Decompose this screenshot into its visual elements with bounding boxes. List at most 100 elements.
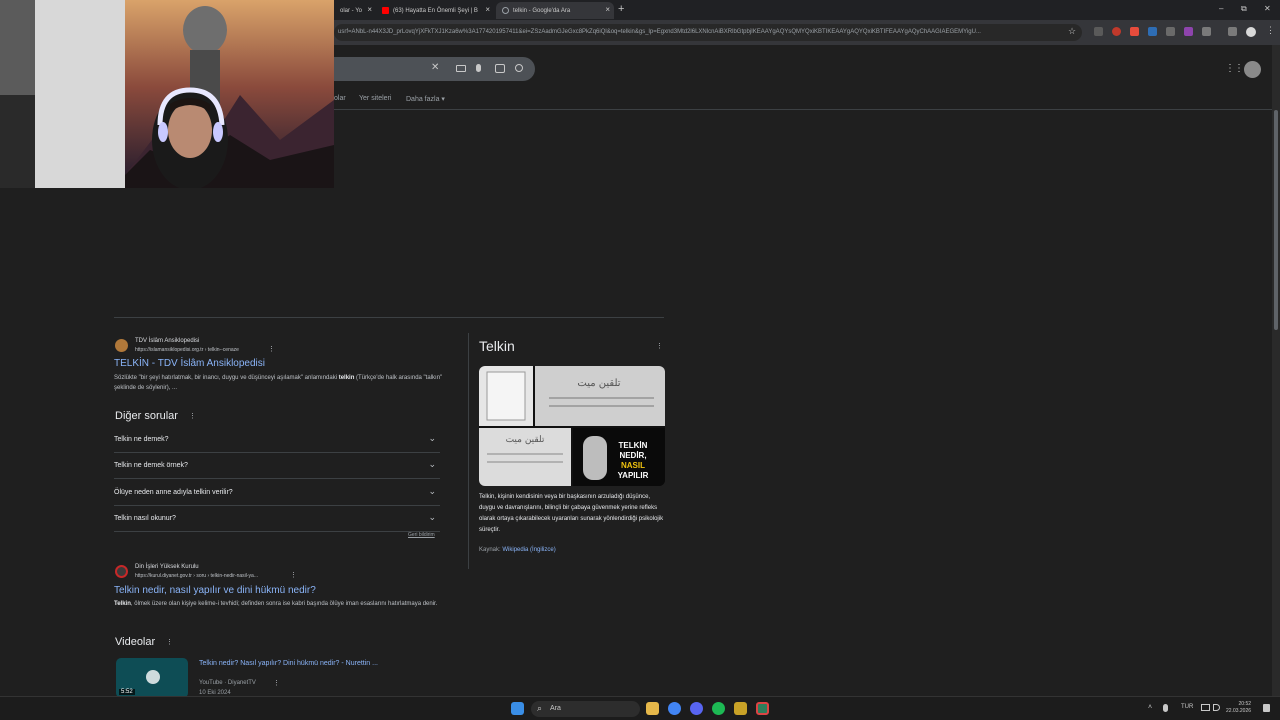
paa-question[interactable]: Ölüye neden anne adıyla telkin verilir? ⌄ — [114, 480, 440, 506]
lens-camera-icon[interactable] — [495, 64, 505, 73]
tab-close-icon[interactable]: × — [605, 5, 610, 14]
file-explorer-icon[interactable] — [646, 702, 659, 715]
restore-icon[interactable]: ⧉ — [1241, 4, 1247, 14]
extension-icon[interactable] — [1166, 27, 1175, 36]
result-snippet: Sözlükte "bir şeyi hatırlatmak, bir inan… — [114, 373, 444, 393]
result-url[interactable]: https://kurul.diyanet.gov.tr › soru › te… — [135, 573, 258, 579]
svg-text:تلقين ميت: تلقين ميت — [577, 378, 620, 389]
video-thumbnail[interactable]: 5:52 — [116, 658, 188, 698]
svg-text:NASIL: NASIL — [621, 461, 645, 470]
browser-menu-icon[interactable]: ⋮ — [1266, 25, 1275, 36]
tab-more[interactable]: Daha fazla ▾ — [406, 95, 445, 103]
result-snippet: Telkin, ölmek üzere olan kişiye kelime-i… — [114, 599, 444, 609]
extension-icon[interactable] — [1184, 27, 1193, 36]
tab-close-icon[interactable]: × — [485, 5, 490, 14]
spotify-icon[interactable] — [712, 702, 725, 715]
windows-start-icon[interactable] — [511, 702, 524, 715]
search-icon[interactable] — [515, 64, 523, 72]
result-menu-icon[interactable]: ⋮ — [268, 345, 275, 353]
profile-avatar[interactable] — [1246, 27, 1256, 37]
knowledge-panel-image-collage: تلقين ميت تلقين ميت TELKİN NEDİR, NASIL … — [479, 366, 665, 486]
videos-menu-icon[interactable]: ⋮ — [166, 638, 173, 646]
url-field[interactable]: usrf=ANbL-n44X3JD_prLovqYjXFkTXJ1Kza6w%3… — [334, 24, 1082, 41]
new-tab-button[interactable]: + — [618, 3, 624, 15]
paa-heading: Diğer sorular — [115, 410, 178, 422]
snippet-text: Sözlükte "bir şeyi hatırlatmak, bir inan… — [114, 375, 339, 381]
svg-text:تلقين ميت: تلقين ميت — [506, 435, 545, 445]
paa-question[interactable]: Telkin ne demek örnek? ⌄ — [114, 453, 440, 479]
knowledge-panel-images[interactable]: تلقين ميت تلقين ميت TELKİN NEDİR, NASIL … — [479, 366, 665, 486]
tab-partial[interactable]: olar — [334, 95, 346, 102]
desktop: olar - Yo × (63) Hayatta En Önemli Şeyi … — [0, 0, 1280, 720]
extension-icon[interactable] — [1112, 27, 1121, 36]
result-menu-icon[interactable]: ⋮ — [290, 571, 297, 579]
tab-places[interactable]: Yer siteleri — [359, 95, 391, 102]
google-account-avatar[interactable] — [1244, 61, 1261, 78]
chevron-down-icon: ⌄ — [428, 433, 436, 443]
search-box[interactable]: ✕ — [334, 57, 535, 81]
microphone-icon[interactable] — [476, 64, 481, 72]
volume-icon[interactable] — [1213, 704, 1220, 711]
clock-date: 22.03.2026 — [1226, 708, 1252, 714]
tray-chevron-up-icon[interactable]: ˄ — [1148, 704, 1152, 711]
paa-question-text: Telkin ne demek örnek? — [114, 462, 188, 469]
keyboard-icon[interactable] — [456, 65, 466, 72]
knowledge-panel-source: Kaynak: Wikipedia (İngilizce) — [479, 547, 556, 553]
chrome-icon[interactable] — [668, 702, 681, 715]
webcam-overlay — [0, 0, 334, 188]
taskbar-search[interactable]: ⌕ Ara — [531, 701, 640, 717]
paa-question-text: Ölüye neden anne adıyla telkin verilir? — [114, 489, 233, 496]
clear-search-icon[interactable]: ✕ — [431, 62, 439, 73]
video-title-link[interactable]: Telkin nedir? Nasıl yapılır? Dini hükmü … — [199, 660, 378, 667]
tab-youtube-video[interactable]: (63) Hayatta En Önemli Şeyi | B × — [376, 2, 494, 19]
tab-youtube-partial[interactable]: olar - Yo × — [334, 2, 376, 19]
result-title-link[interactable]: Telkin nedir, nasıl yapılır ve dini hükm… — [114, 585, 316, 596]
knowledge-panel-menu-icon[interactable]: ⋮ — [656, 342, 663, 350]
snippet-highlight: Telkin — [114, 601, 131, 607]
chevron-down-icon: ⌄ — [428, 486, 436, 496]
svg-text:TELKİN: TELKİN — [619, 441, 648, 450]
microphone-icon[interactable] — [1163, 704, 1168, 712]
tab-more-label: Daha fazla — [406, 96, 440, 103]
extensions-puzzle-icon[interactable] — [1202, 27, 1211, 36]
notification-bell-icon[interactable] — [1263, 704, 1270, 712]
scrollbar-thumb[interactable] — [1274, 110, 1278, 330]
extension-icon[interactable] — [1094, 27, 1103, 36]
taskbar: ⌕ Ara ˄ TUR 20:52 22.03.2026 — [0, 696, 1280, 720]
videos-heading: Videolar — [115, 636, 156, 648]
svg-text:YAPILIR: YAPILIR — [618, 471, 649, 480]
minimize-icon[interactable]: – — [1219, 4, 1223, 13]
clock-time: 20:52 — [1238, 701, 1252, 707]
downloads-icon[interactable] — [1228, 27, 1237, 36]
result-title-link[interactable]: TELKİN - TDV İslâm Ansiklopedisi — [114, 358, 265, 369]
tab-google-search[interactable]: telkin - Google'da Ara × — [496, 2, 614, 19]
paa-question[interactable]: Telkin nasıl okunur? ⌄ — [114, 506, 440, 532]
extension-icon[interactable] — [1130, 27, 1139, 36]
video-menu-icon[interactable]: ⋮ — [273, 679, 280, 687]
close-window-icon[interactable]: ✕ — [1264, 4, 1271, 13]
obs-icon[interactable] — [756, 702, 769, 715]
extension-icon[interactable] — [1148, 27, 1157, 36]
paa-question-text: Telkin ne demek? — [114, 436, 169, 443]
discord-icon[interactable] — [690, 702, 703, 715]
search-icon: ⌕ — [537, 703, 543, 713]
bookmark-star-icon[interactable]: ☆ — [1068, 26, 1076, 37]
google-icon — [502, 7, 509, 14]
language-indicator[interactable]: TUR — [1181, 704, 1193, 710]
video-duration: 5:52 — [119, 689, 135, 695]
taskbar-clock[interactable]: 20:52 22.03.2026 — [1226, 701, 1251, 715]
tab-close-icon[interactable]: × — [367, 5, 372, 14]
result-url[interactable]: https://islamansiklopedisi.org.tr › telk… — [135, 347, 239, 353]
tab-label: telkin - Google'da Ara — [513, 7, 571, 14]
wikipedia-link[interactable]: Wikipedia (İngilizce) — [502, 547, 555, 553]
feedback-link[interactable]: Geri bildirim — [408, 532, 435, 538]
network-icon[interactable] — [1201, 704, 1210, 711]
tdv-favicon-icon — [115, 339, 128, 352]
app-icon[interactable] — [734, 702, 747, 715]
source-label: Kaynak: — [479, 547, 503, 553]
paa-menu-icon[interactable]: ⋮ — [189, 412, 196, 420]
tab-label: olar - Yo — [340, 7, 363, 14]
diyanet-favicon-icon — [115, 565, 128, 578]
paa-question[interactable]: Telkin ne demek? ⌄ — [114, 427, 440, 453]
paa-question-text: Telkin nasıl okunur? — [114, 515, 176, 522]
